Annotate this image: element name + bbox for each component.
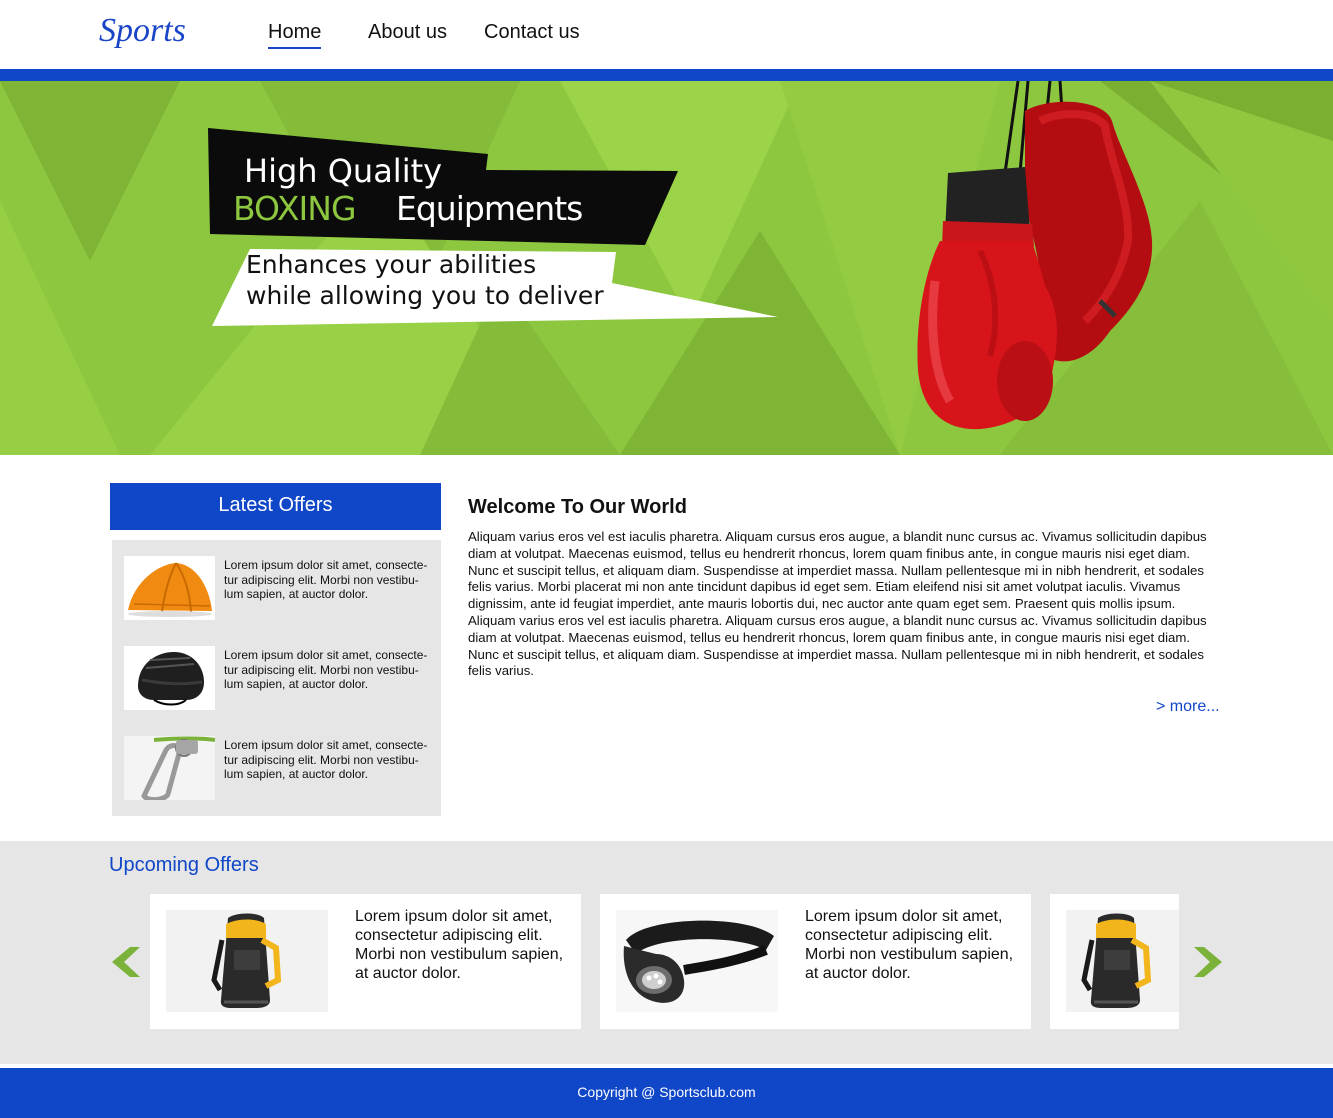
chevron-right-icon [1194, 947, 1222, 977]
upcoming-offers-title: Upcoming Offers [109, 854, 259, 876]
footer-copyright: Copyright @ Sportsclub.com [577, 1084, 756, 1100]
latest-offer-text: Lorem ipsum dolor sit amet, consecte-tur… [224, 738, 428, 781]
nav-contact-us[interactable]: Contact us [484, 21, 580, 44]
boxing-gloves-image [917, 81, 1153, 430]
helmet-image[interactable] [124, 646, 215, 710]
tent-image[interactable] [124, 556, 215, 620]
upcoming-offer-card[interactable]: Lorem ipsum dolor sit amet, consectetur … [150, 894, 581, 1029]
latest-offer-text: Lorem ipsum dolor sit amet, consecte-tur… [224, 648, 428, 691]
hero-tagline: Enhances your abilities while allowing y… [246, 249, 604, 311]
hero-tagline-line1: Enhances your abilities [246, 250, 537, 279]
upcoming-offer-text: Lorem ipsum dolor sit amet, consectetur … [355, 908, 564, 982]
upcoming-offer-card[interactable] [1050, 894, 1179, 1029]
latest-offer-text: Lorem ipsum dolor sit amet, consecte-tur… [224, 558, 428, 601]
header-divider-bar [0, 69, 1333, 81]
hero-tagline-line2: while allowing you to deliver [246, 281, 604, 310]
site-logo[interactable]: Sports [99, 12, 186, 50]
chevron-left-icon [112, 947, 140, 977]
nav-home[interactable]: Home [268, 21, 322, 49]
more-link[interactable]: > more... [1156, 698, 1220, 716]
headlamp-image[interactable] [616, 910, 778, 1012]
latest-offer-item[interactable]: Lorem ipsum dolor sit amet, consecte-tur… [124, 556, 434, 620]
latest-offer-item[interactable]: Lorem ipsum dolor sit amet, consecte-tur… [124, 646, 434, 710]
site-header: Sports Home About us Contact us [0, 0, 1333, 69]
site-footer: Copyright @ Sportsclub.com [0, 1068, 1333, 1118]
welcome-title: Welcome To Our World [468, 496, 687, 518]
upcoming-offers-section: Upcoming Offers Lorem ipsum dolor sit am… [0, 841, 1333, 1064]
hero-banner: High Quality BOXING Equipments Enhances … [0, 81, 1333, 455]
latest-offers-panel: Lorem ipsum dolor sit amet, consecte-tur… [112, 540, 441, 816]
welcome-body: Aliquam varius eros vel est iaculis phar… [468, 529, 1207, 679]
latest-offer-item[interactable]: Lorem ipsum dolor sit amet, consecte-tur… [124, 736, 434, 800]
carabiner-image[interactable] [124, 736, 215, 800]
hero-headline-rest: Equipments [396, 189, 583, 228]
backpack-image[interactable] [166, 910, 328, 1012]
hero-headline-accent: BOXING [233, 189, 357, 228]
upcoming-offer-text: Lorem ipsum dolor sit amet, consectetur … [805, 908, 1014, 982]
backpack-image[interactable] [1066, 910, 1179, 1012]
carousel-next-button[interactable] [1190, 945, 1224, 979]
latest-offers-title: Latest Offers [110, 483, 441, 530]
hero-headline-line1: High Quality [244, 152, 443, 190]
nav-about-us[interactable]: About us [368, 21, 447, 44]
carousel-prev-button[interactable] [110, 945, 144, 979]
upcoming-offer-card[interactable]: Lorem ipsum dolor sit amet, consectetur … [600, 894, 1031, 1029]
